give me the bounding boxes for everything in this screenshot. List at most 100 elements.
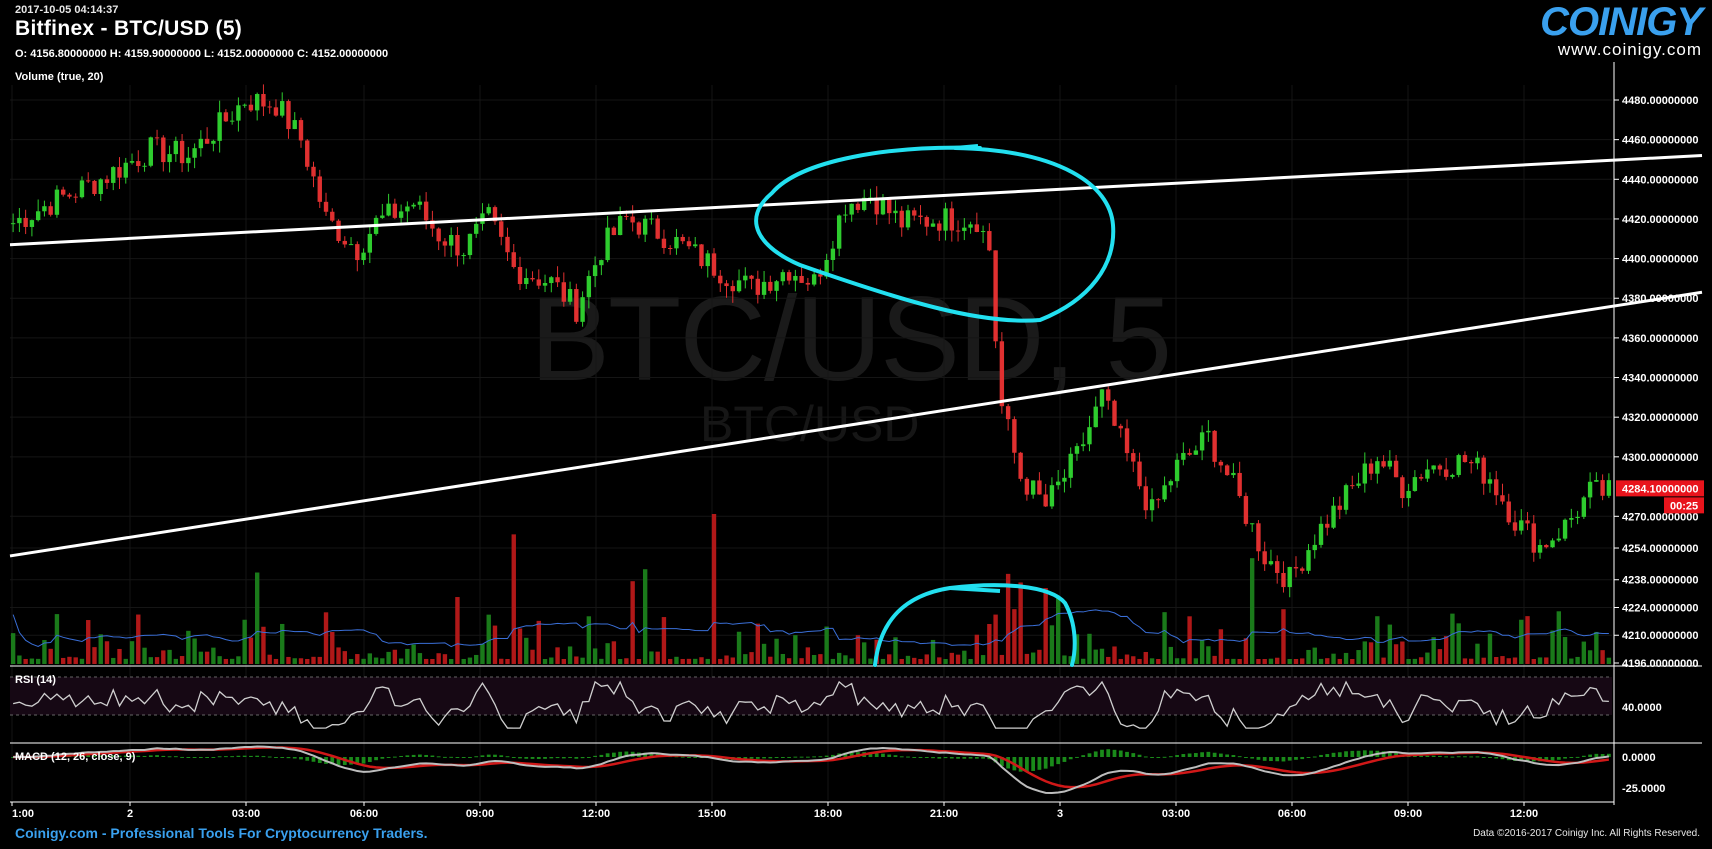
macd-histogram-bar bbox=[1106, 749, 1111, 757]
macd-histogram-bar bbox=[461, 757, 466, 758]
macd-histogram-bar bbox=[1431, 755, 1436, 757]
candle bbox=[448, 234, 454, 246]
macd-histogram-bar bbox=[211, 757, 216, 758]
candle bbox=[505, 236, 510, 253]
footer-tagline[interactable]: Coinigy.com - Professional Tools For Cry… bbox=[15, 825, 428, 841]
volume-bar bbox=[1055, 596, 1061, 664]
volume-bar bbox=[1199, 640, 1205, 664]
volume-bar bbox=[617, 658, 623, 664]
candle bbox=[718, 275, 723, 284]
volume-bar bbox=[1450, 613, 1455, 664]
macd-histogram-bar bbox=[1200, 752, 1204, 757]
candle bbox=[380, 215, 385, 218]
candle bbox=[599, 260, 604, 266]
volume-bar bbox=[1581, 641, 1587, 664]
volume-bar bbox=[1381, 657, 1386, 664]
macd-histogram-bar bbox=[186, 757, 191, 758]
candle bbox=[655, 218, 660, 239]
macd-histogram-bar bbox=[1344, 751, 1348, 757]
candle bbox=[930, 223, 936, 227]
candle bbox=[1037, 480, 1042, 495]
candle bbox=[223, 112, 229, 122]
candle bbox=[980, 231, 986, 233]
candle bbox=[98, 179, 103, 195]
candle bbox=[661, 238, 667, 249]
candle bbox=[987, 231, 992, 251]
volume-bar bbox=[405, 648, 410, 664]
volume-bar bbox=[1249, 558, 1255, 664]
candle bbox=[549, 277, 554, 284]
candle bbox=[1124, 428, 1130, 454]
volume-bar bbox=[705, 658, 710, 664]
volume-bar bbox=[862, 642, 867, 664]
volume-bar bbox=[136, 614, 141, 664]
volume-bar bbox=[592, 648, 598, 664]
candle bbox=[1487, 479, 1493, 484]
volume-bar bbox=[736, 631, 742, 664]
macd-histogram-bar bbox=[1237, 756, 1242, 758]
macd-histogram-bar bbox=[593, 755, 597, 757]
price-tick-label: 4210.00000000 bbox=[1622, 630, 1698, 642]
macd-histogram-bar bbox=[943, 757, 948, 759]
macd-histogram-bar bbox=[280, 757, 285, 758]
macd-histogram-bar bbox=[1131, 753, 1136, 757]
volume-bar bbox=[1168, 646, 1174, 664]
volume-bar bbox=[818, 654, 823, 664]
candle bbox=[680, 236, 685, 242]
volume-bar bbox=[1206, 646, 1211, 664]
macd-histogram-bar bbox=[1075, 756, 1079, 758]
price-chart[interactable]: RSI (14) MACD (12, 26, close, 9) 4480.0000… bbox=[0, 0, 1712, 849]
volume-bar bbox=[880, 658, 886, 664]
annotation-ellipse-tail bbox=[954, 144, 979, 150]
time-tick-label: 2 bbox=[127, 808, 133, 820]
macd-histogram-bar bbox=[155, 755, 159, 757]
volume-bar bbox=[267, 654, 272, 664]
macd-histogram-bar bbox=[568, 757, 572, 759]
macd-histogram-bar bbox=[1056, 757, 1061, 765]
macd-histogram-bar bbox=[1463, 756, 1467, 758]
candle bbox=[1425, 469, 1430, 479]
macd-histogram-bar bbox=[224, 756, 228, 758]
macd-histogram-bar bbox=[1550, 757, 1555, 761]
volume-bar bbox=[1600, 650, 1605, 664]
macd-histogram-bar bbox=[493, 754, 497, 757]
candle bbox=[1418, 477, 1424, 479]
candle bbox=[311, 166, 316, 177]
candle bbox=[918, 215, 923, 218]
candle bbox=[1569, 518, 1574, 520]
candle bbox=[730, 286, 735, 292]
macd-histogram-bar bbox=[749, 757, 754, 759]
macd-histogram-bar bbox=[367, 757, 372, 763]
macd-histogram-bar bbox=[1450, 756, 1455, 758]
macd-histogram-bar bbox=[242, 755, 247, 757]
volume-bar bbox=[555, 647, 560, 664]
macd-histogram-bar bbox=[1556, 757, 1561, 760]
volume-bar bbox=[148, 657, 153, 664]
candle bbox=[880, 199, 886, 215]
macd-histogram-bar bbox=[799, 756, 804, 758]
macd-histogram-bar bbox=[192, 757, 197, 758]
volume-bar bbox=[1469, 658, 1474, 664]
candle bbox=[1062, 477, 1067, 482]
candle bbox=[624, 216, 629, 218]
candle bbox=[1393, 460, 1399, 478]
candle bbox=[173, 140, 179, 155]
time-tick-label: 09:00 bbox=[466, 808, 494, 820]
volume-bar bbox=[955, 654, 961, 664]
volume-bar bbox=[161, 650, 166, 664]
candle bbox=[1300, 568, 1305, 571]
candle bbox=[54, 189, 60, 215]
volume-bar bbox=[1569, 658, 1574, 664]
macd-histogram-bar bbox=[555, 757, 560, 759]
macd-histogram-bar bbox=[449, 756, 454, 758]
countdown-label: 00:25 bbox=[1670, 500, 1698, 512]
macd-histogram-bar bbox=[386, 757, 391, 758]
candle bbox=[899, 210, 904, 228]
candle bbox=[799, 275, 804, 283]
volume-bar bbox=[192, 638, 197, 664]
candle bbox=[749, 275, 754, 279]
candle bbox=[736, 280, 742, 292]
macd-histogram-bar bbox=[249, 755, 253, 757]
candle bbox=[1131, 453, 1136, 462]
candle bbox=[1262, 551, 1267, 565]
